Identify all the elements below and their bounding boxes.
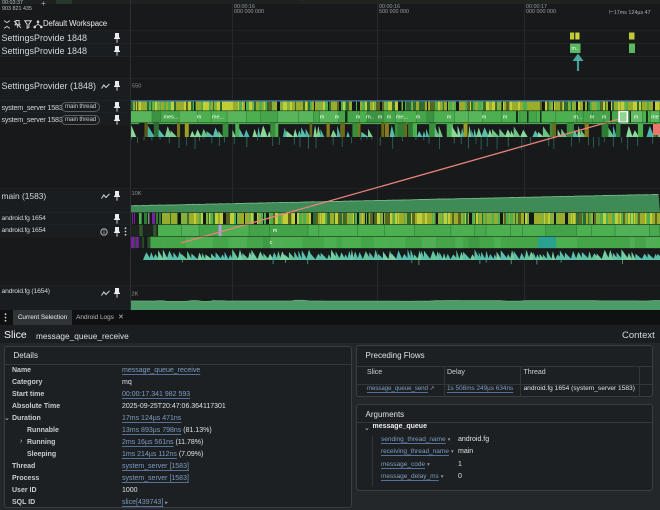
svg-text:m...: m...	[573, 114, 583, 120]
svg-text:m..: m..	[572, 46, 579, 52]
svg-text:mes...: mes...	[164, 114, 179, 120]
svg-text:m: m	[634, 114, 639, 120]
svg-text:c: c	[270, 240, 273, 246]
svg-text:m: m	[503, 114, 508, 120]
svg-text:550: 550	[132, 84, 141, 90]
svg-text:me...: me...	[212, 114, 225, 120]
svg-text:m: m	[273, 228, 278, 234]
svg-text:m: m	[387, 114, 392, 120]
svg-text:m: m	[335, 114, 340, 120]
svg-text:m: m	[416, 114, 421, 120]
svg-text:m: m	[356, 114, 361, 120]
svg-text:me: me	[651, 114, 659, 120]
svg-text:m: m	[602, 114, 607, 120]
svg-text:m: m	[590, 114, 595, 120]
svg-text:m: m	[197, 114, 202, 120]
svg-text:m: m	[378, 114, 383, 120]
svg-text:2K: 2K	[132, 292, 139, 298]
svg-text:10K: 10K	[132, 191, 142, 197]
svg-text:m: m	[482, 114, 487, 120]
svg-text:me...: me...	[396, 114, 409, 120]
svg-text:m: m	[447, 114, 452, 120]
svg-text:m..: m..	[366, 114, 374, 120]
svg-text:m: m	[320, 114, 325, 120]
